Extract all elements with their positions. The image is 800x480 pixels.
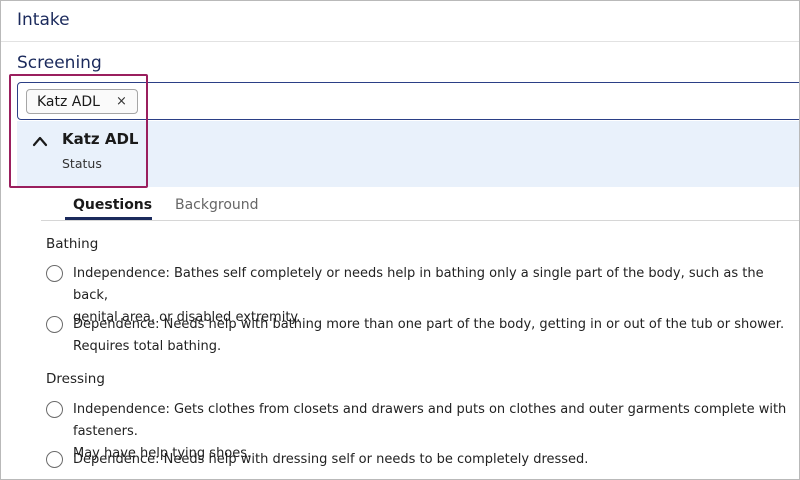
filter-chip[interactable]: Katz ADL × [26, 89, 138, 114]
option-bathing-dependence[interactable]: Dependence: Needs help with bathing more… [46, 314, 799, 360]
chevron-up-icon[interactable] [32, 134, 48, 148]
close-icon[interactable]: × [116, 94, 127, 109]
active-tab-indicator [65, 217, 152, 220]
result-title: Katz ADL [62, 130, 139, 148]
app-frame: Intake Screening Katz ADL × Katz ADL Sta… [0, 0, 800, 480]
tab-bar: Questions Background [41, 189, 799, 221]
tab-background[interactable]: Background [175, 197, 259, 213]
question-group-dressing: Dressing [46, 371, 105, 387]
tab-questions[interactable]: Questions [73, 197, 152, 213]
option-text-line: Independence: Gets clothes from closets … [73, 402, 787, 439]
result-status: Status [62, 156, 102, 171]
option-bathing-independence[interactable]: Independence: Bathes self completely or … [46, 263, 799, 325]
header-divider [1, 41, 799, 42]
option-text-line: Requires total bathing. [73, 339, 222, 354]
radio-button[interactable] [46, 451, 63, 468]
radio-button[interactable] [46, 316, 63, 333]
option-text-line: Dependence: Needs help with bathing more… [73, 317, 785, 332]
question-group-bathing: Bathing [46, 236, 99, 252]
result-panel[interactable]: Katz ADL Status [17, 121, 799, 187]
section-title: Screening [17, 53, 102, 73]
option-dressing-dependence[interactable]: Dependence: Needs help with dressing sel… [46, 449, 799, 473]
radio-button[interactable] [46, 265, 63, 282]
radio-button[interactable] [46, 401, 63, 418]
option-text-line: Independence: Bathes self completely or … [73, 266, 764, 303]
option-dressing-independence[interactable]: Independence: Gets clothes from closets … [46, 399, 799, 461]
page-header-title: Intake [17, 10, 70, 30]
filter-chip-label: Katz ADL [37, 93, 100, 110]
search-input[interactable]: Katz ADL × [17, 82, 799, 120]
option-text-line: Dependence: Needs help with dressing sel… [73, 452, 589, 467]
